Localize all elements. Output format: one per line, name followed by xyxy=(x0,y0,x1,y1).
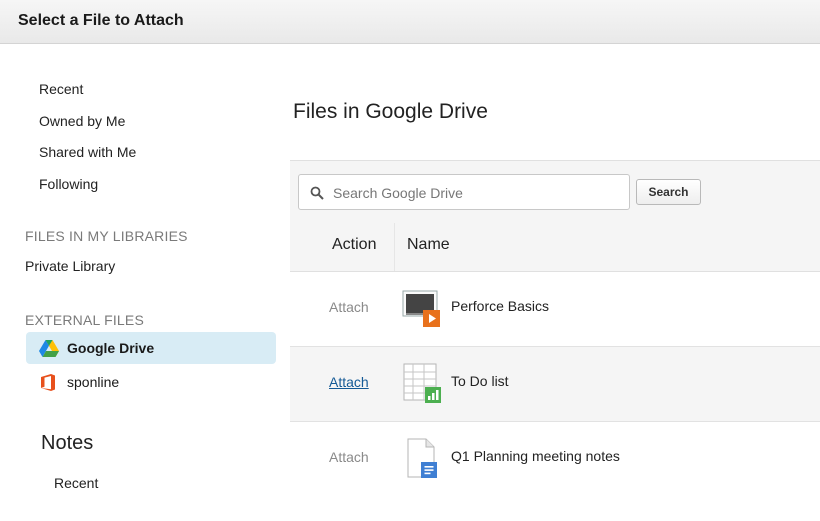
main-content: Files in Google Drive Search Action Name… xyxy=(290,44,820,521)
sidebar-item-recent[interactable]: Recent xyxy=(39,81,83,97)
sidebar-item-shared-with-me[interactable]: Shared with Me xyxy=(39,144,136,160)
search-button[interactable]: Search xyxy=(636,179,701,205)
search-icon xyxy=(310,186,324,200)
table-header: Action Name xyxy=(290,223,820,272)
sidebar-item-private-library[interactable]: Private Library xyxy=(25,258,115,274)
notes-heading: Notes xyxy=(41,432,94,454)
page-title: Files in Google Drive xyxy=(293,100,488,123)
sidebar-item-label: sponline xyxy=(67,374,120,390)
dialog-title: Select a File to Attach xyxy=(18,12,184,29)
attach-link[interactable]: Attach xyxy=(329,449,369,465)
sidebar: Recent Owned by Me Shared with Me Follow… xyxy=(0,44,290,500)
table-row: Attach Q1 Planning meeting notes xyxy=(290,422,820,521)
attach-link[interactable]: Attach xyxy=(329,374,369,390)
file-name[interactable]: Q1 Planning meeting notes xyxy=(451,448,620,464)
dialog-titlebar: Select a File to Attach xyxy=(0,0,820,44)
sidebar-item-sponline[interactable]: sponline xyxy=(26,366,276,398)
search-box xyxy=(298,174,630,210)
files-panel: Search Action Name Attach Perforce Basic… xyxy=(290,160,820,521)
document-file-icon xyxy=(407,438,437,478)
column-header-action: Action xyxy=(332,236,377,253)
search-input[interactable] xyxy=(331,182,625,204)
file-name[interactable]: To Do list xyxy=(451,373,509,389)
presentation-file-icon xyxy=(402,290,440,327)
spreadsheet-file-icon xyxy=(403,363,441,403)
sidebar-item-following[interactable]: Following xyxy=(39,176,98,192)
office-icon xyxy=(41,374,55,391)
sidebar-item-label: Google Drive xyxy=(67,340,155,356)
libraries-heading: FILES IN MY LIBRARIES xyxy=(25,228,188,244)
external-files-heading: EXTERNAL FILES xyxy=(25,312,144,328)
file-name[interactable]: Perforce Basics xyxy=(451,298,549,314)
table-row: Attach Perforce Basics xyxy=(290,272,820,347)
sidebar-item-owned-by-me[interactable]: Owned by Me xyxy=(39,113,125,129)
column-header-name: Name xyxy=(407,236,450,253)
table-row: Attach To Do list xyxy=(290,347,820,422)
notes-item-recent[interactable]: Recent xyxy=(54,475,98,491)
sidebar-item-google-drive[interactable]: Google Drive xyxy=(26,332,276,364)
google-drive-icon xyxy=(39,340,59,357)
attach-link[interactable]: Attach xyxy=(329,299,369,315)
column-divider xyxy=(394,223,395,271)
